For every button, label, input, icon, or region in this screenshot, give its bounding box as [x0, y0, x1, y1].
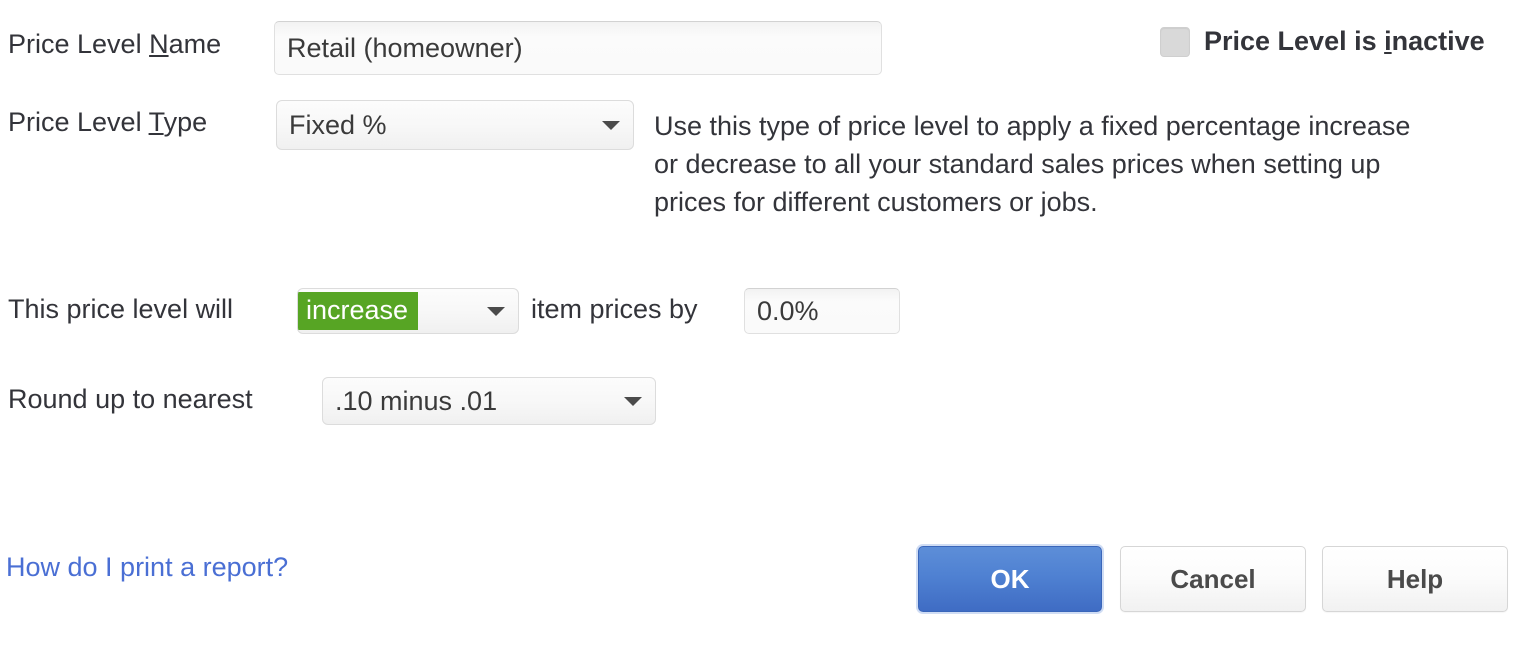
price-direction-value: increase	[298, 292, 419, 330]
price-adjust-percent-input[interactable]: 0.0%	[744, 288, 900, 334]
price-level-type-select[interactable]: Fixed %	[276, 100, 634, 150]
round-up-label: Round up to nearest	[8, 384, 253, 414]
description-line-2: or decrease to all your standard sales p…	[654, 149, 1381, 179]
price-level-type-description: Use this type of price level to apply a …	[654, 107, 1410, 221]
price-level-inactive-row[interactable]: Price Level is inactive	[1160, 26, 1485, 57]
description-line-3: prices for different customers or jobs.	[654, 187, 1098, 217]
description-line-1: Use this type of price level to apply a …	[654, 111, 1411, 141]
price-level-type-label: Price Level Type	[8, 107, 208, 137]
adjust-prefix-label: This price level will	[8, 294, 234, 324]
price-direction-select[interactable]: increase	[297, 288, 519, 334]
chevron-down-icon[interactable]	[589, 120, 633, 130]
round-up-value: .10 minus .01	[335, 385, 498, 416]
price-level-type-value: Fixed %	[289, 109, 387, 140]
price-level-name-value: Retail (homeowner)	[287, 32, 523, 63]
round-up-select[interactable]: .10 minus .01	[322, 377, 656, 425]
price-adjust-percent-value: 0.0%	[757, 295, 819, 326]
price-level-inactive-checkbox[interactable]	[1160, 26, 1190, 57]
chevron-down-icon[interactable]	[474, 306, 518, 316]
price-direction-value-wrap: increase	[298, 292, 474, 330]
ok-button[interactable]: OK	[918, 546, 1102, 612]
price-level-inactive-label: Price Level is inactive	[1204, 26, 1485, 56]
chevron-down-icon[interactable]	[611, 396, 655, 406]
price-level-name-label: Price Level Name	[8, 29, 222, 59]
adjust-middle-label: item prices by	[531, 294, 698, 324]
cancel-button[interactable]: Cancel	[1120, 546, 1306, 612]
price-level-name-input[interactable]: Retail (homeowner)	[274, 21, 882, 75]
print-report-help-link[interactable]: How do I print a report?	[6, 552, 288, 583]
price-level-dialog: Price Level Name Retail (homeowner) Pric…	[0, 0, 1522, 657]
help-button[interactable]: Help	[1322, 546, 1508, 612]
